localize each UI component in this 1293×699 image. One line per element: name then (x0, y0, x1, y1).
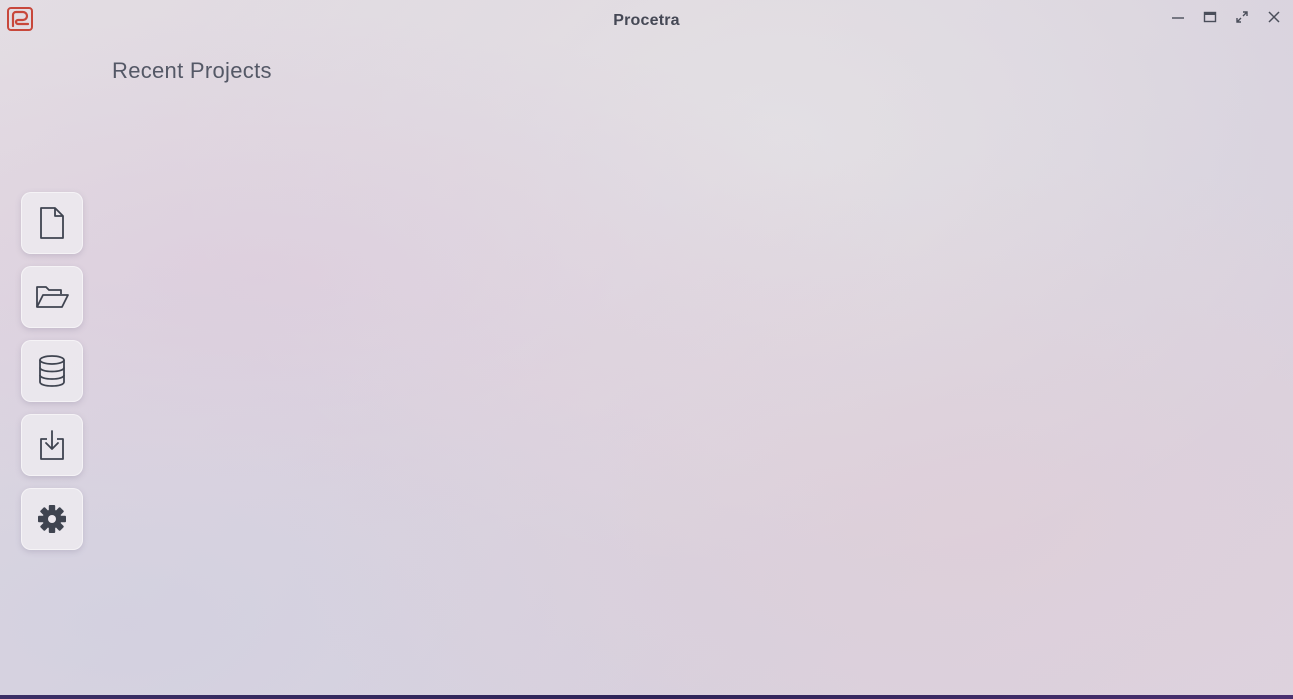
open-project-button[interactable] (21, 266, 83, 328)
maximize-icon (1236, 11, 1248, 23)
minimize-icon (1172, 17, 1184, 19)
new-project-button[interactable] (21, 192, 83, 254)
database-icon (39, 355, 65, 387)
sidebar (21, 192, 83, 550)
restore-icon (1203, 11, 1217, 23)
import-button[interactable] (21, 414, 83, 476)
import-icon (40, 430, 64, 460)
new-file-icon (40, 207, 64, 239)
window-controls (1169, 8, 1283, 26)
minimize-button[interactable] (1169, 8, 1187, 26)
settings-button[interactable] (21, 488, 83, 550)
open-folder-icon (36, 286, 69, 308)
app-window: Procetra Recent Projects (0, 0, 1293, 695)
close-icon (1268, 11, 1280, 23)
window-title: Procetra (613, 12, 680, 29)
restore-button[interactable] (1201, 8, 1219, 26)
close-button[interactable] (1265, 8, 1283, 26)
window-bottom-edge (0, 695, 1293, 699)
database-button[interactable] (21, 340, 83, 402)
gear-icon (38, 505, 66, 533)
recent-projects-heading: Recent Projects (112, 58, 272, 83)
maximize-button[interactable] (1233, 8, 1251, 26)
